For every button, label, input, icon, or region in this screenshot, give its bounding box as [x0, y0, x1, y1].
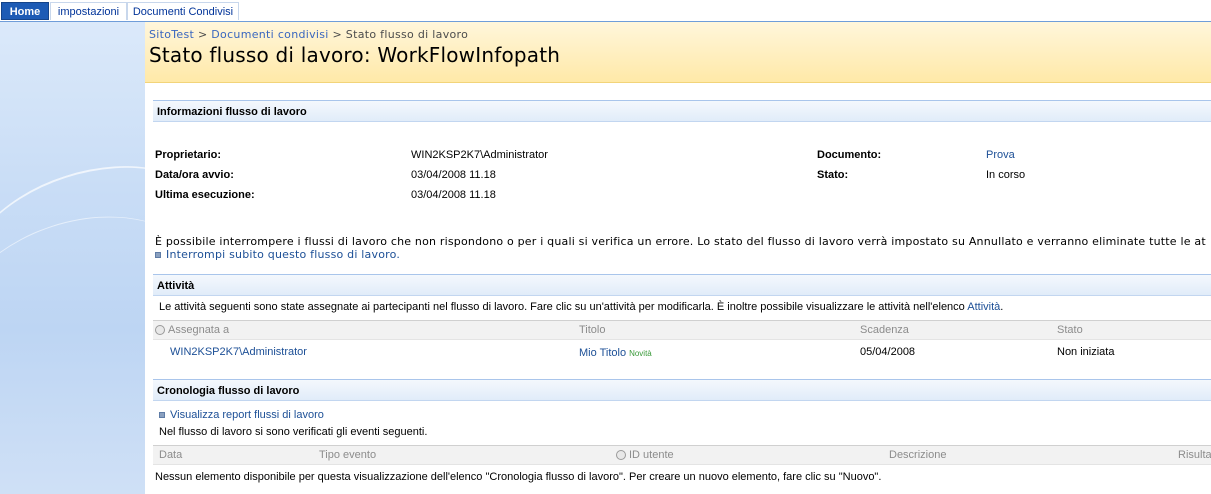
- start-label: Data/ora avvio:: [155, 169, 234, 181]
- owner-label: Proprietario:: [155, 149, 222, 161]
- section-header-tasks: Attività: [153, 274, 1211, 296]
- col-description[interactable]: Descrizione: [889, 449, 946, 461]
- tasks-intro: Le attività seguenti sono state assegnat…: [159, 301, 1003, 313]
- last-run-label: Ultima esecuzione:: [155, 189, 255, 201]
- left-nav-panel: [0, 22, 145, 494]
- col-date[interactable]: Data: [159, 449, 182, 461]
- title-area: SitoTest > Documenti condivisi > Stato f…: [145, 22, 1211, 83]
- report-row: Visualizza report flussi di lavoro: [159, 409, 324, 421]
- task-title-link[interactable]: Mio Titolo: [579, 347, 626, 359]
- section-header-history: Cronologia flusso di lavoro: [153, 379, 1211, 401]
- col-user-id[interactable]: ID utente: [616, 449, 674, 461]
- breadcrumb-current: Stato flusso di lavoro: [345, 28, 469, 41]
- select-all-radio-icon[interactable]: [155, 325, 165, 335]
- task-state: Non iniziata: [1057, 346, 1115, 358]
- tasks-intro-text: Le attività seguenti sono state assegnat…: [159, 301, 965, 313]
- last-run-value: 03/04/2008 11.18: [411, 189, 496, 201]
- bullet-icon: [155, 252, 161, 258]
- page-title: Stato flusso di lavoro: WorkFlowInfopath: [149, 43, 561, 67]
- history-empty-message: Nessun elemento disponibile per questa v…: [155, 471, 882, 483]
- task-assigned-link[interactable]: WIN2KSP2K7\Administrator: [170, 346, 307, 358]
- tab-home[interactable]: Home: [1, 2, 49, 20]
- notice-text: È possibile interrompere i flussi di lav…: [155, 235, 1206, 248]
- task-due: 05/04/2008: [860, 346, 916, 358]
- state-value: In corso: [986, 169, 1026, 181]
- col-assigned[interactable]: Assegnata a: [155, 324, 229, 336]
- col-event-type[interactable]: Tipo evento: [319, 449, 376, 461]
- breadcrumb-site-link[interactable]: SitoTest: [149, 28, 194, 41]
- select-radio-icon[interactable]: [616, 450, 626, 460]
- start-value: 03/04/2008 11.18: [411, 169, 496, 181]
- bullet-icon: [159, 412, 165, 419]
- task-title-cell: Mio Titolo Novità: [579, 347, 652, 359]
- stop-workflow-link[interactable]: Interrompi subito questo flusso di lavor…: [166, 248, 400, 261]
- section-header-info: Informazioni flusso di lavoro: [153, 100, 1211, 122]
- tasks-column-header: Assegnata a Titolo Scadenza Stato: [153, 320, 1211, 340]
- tab-documenti-condivisi[interactable]: Documenti Condivisi: [127, 2, 239, 20]
- history-column-header: Data Tipo evento ID utente Descrizione R…: [153, 445, 1211, 465]
- tab-impostazioni[interactable]: impostazioni: [50, 2, 127, 20]
- state-label: Stato:: [817, 169, 849, 181]
- col-state[interactable]: Stato: [1057, 324, 1083, 336]
- document-label: Documento:: [817, 149, 882, 161]
- breadcrumb-library-link[interactable]: Documenti condivisi: [211, 28, 328, 41]
- tasks-list-link[interactable]: Attività: [967, 301, 1000, 313]
- breadcrumb: SitoTest > Documenti condivisi > Stato f…: [149, 28, 468, 41]
- breadcrumb-separator: >: [332, 28, 342, 41]
- breadcrumb-separator: >: [197, 28, 208, 41]
- tasks-intro-end: .: [1000, 301, 1004, 313]
- owner-value: WIN2KSP2K7\Administrator: [411, 149, 548, 161]
- top-nav-bar: Home impostazioni Documenti Condivisi: [0, 0, 1211, 22]
- view-report-link[interactable]: Visualizza report flussi di lavoro: [170, 409, 324, 421]
- stop-workflow-row: Interrompi subito questo flusso di lavor…: [155, 248, 400, 261]
- new-badge: Novità: [629, 349, 652, 358]
- history-intro: Nel flusso di lavoro si sono verificati …: [159, 426, 428, 438]
- col-title[interactable]: Titolo: [579, 324, 606, 336]
- document-link[interactable]: Prova: [986, 149, 1015, 161]
- col-due[interactable]: Scadenza: [860, 324, 909, 336]
- col-result[interactable]: Risulta: [1178, 449, 1211, 461]
